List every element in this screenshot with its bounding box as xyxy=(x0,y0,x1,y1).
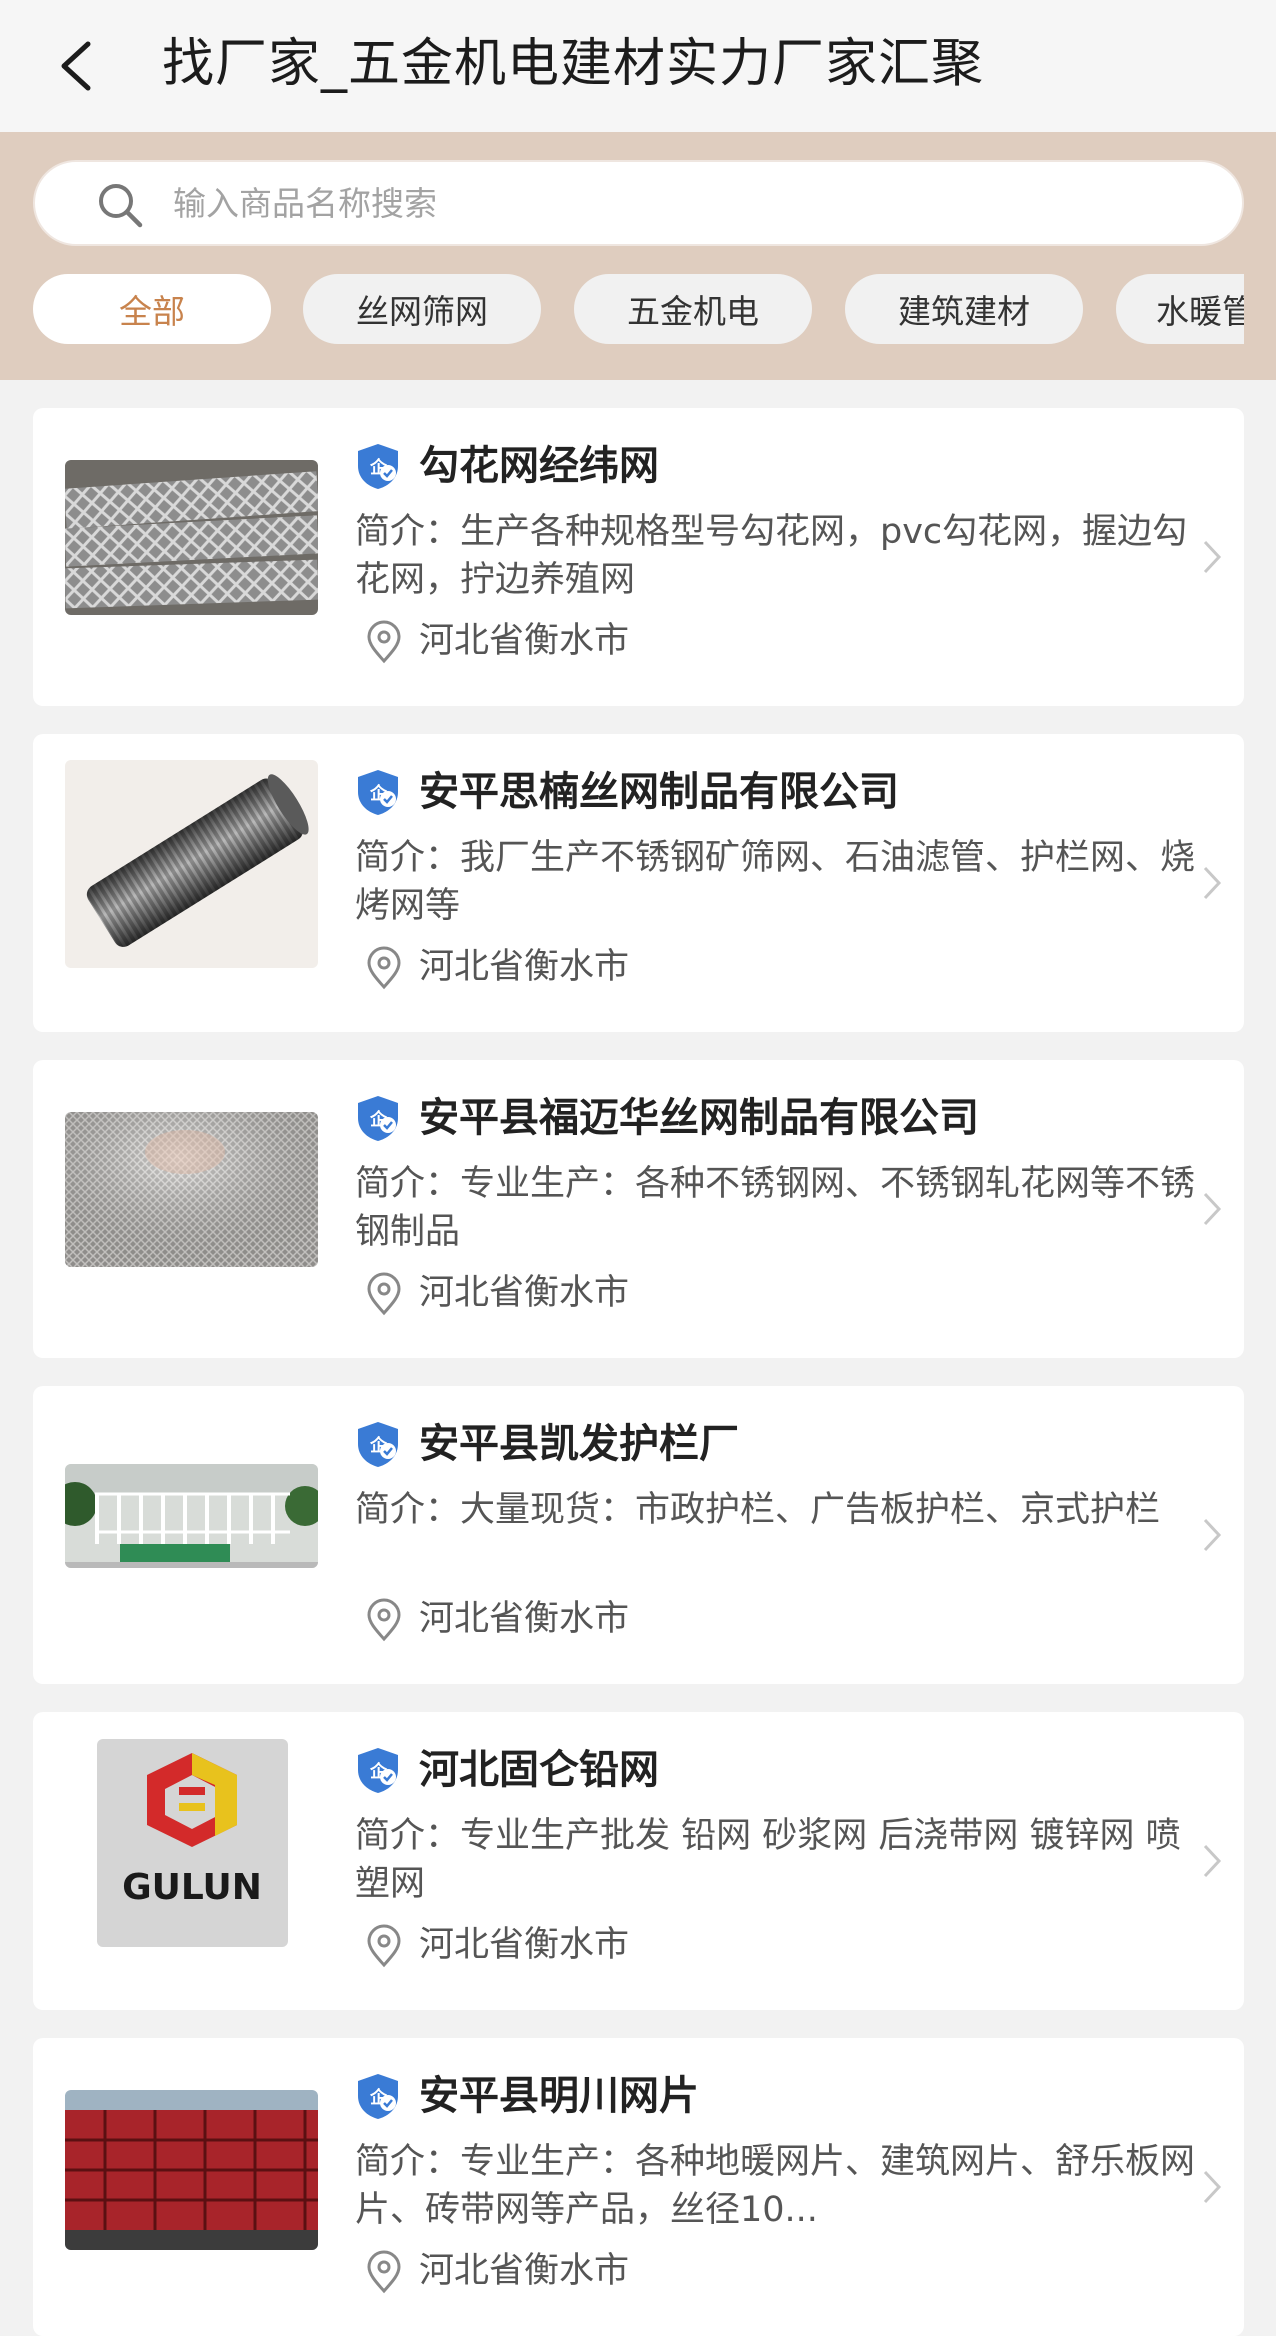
product-image xyxy=(65,460,318,615)
page-title: 找厂家_五金机电建材实力厂家汇聚 xyxy=(162,34,985,94)
product-image xyxy=(65,1112,318,1267)
chevron-right-icon xyxy=(1203,866,1222,900)
verified-shield-icon: 企 xyxy=(358,1096,398,1141)
product-image xyxy=(65,1464,318,1568)
filter-area: 全部 丝网筛网 五金机电 建筑建材 水暖管 xyxy=(0,132,1276,380)
category-tab-hardware[interactable]: 五金机电 xyxy=(574,274,812,344)
company-name: 安平县福迈华丝网制品有限公司 xyxy=(419,1095,979,1141)
company-intro: 简介：大量现货：市政护栏、广告板护栏、京式护栏 xyxy=(355,1490,1161,1530)
verified-shield-icon: 企 xyxy=(358,1748,398,1793)
company-intro: 简介：专业生产批发 铅网 砂浆网 后浇带网 镀锌网 喷塑网 xyxy=(355,1816,1181,1904)
company-intro: 简介：专业生产：各种不锈钢网、不锈钢轧花网等不锈钢制品 xyxy=(355,1164,1196,1252)
company-card[interactable]: 企 安平思楠丝网制品有限公司 简介：我厂生产不锈钢矿筛网、石油滤管、护栏网、烧烤… xyxy=(33,734,1244,1032)
chevron-right-icon xyxy=(1203,2170,1222,2204)
verified-shield-icon: 企 xyxy=(358,2074,398,2119)
company-location: 河北省衡水市 xyxy=(419,2251,630,2291)
company-card[interactable]: 企 勾花网经纬网 简介：生产各种规格型号勾花网，pvc勾花网，握边勾花网，拧边养… xyxy=(33,408,1244,706)
product-image xyxy=(65,760,318,968)
company-intro: 简介：专业生产：各种地暖网片、建筑网片、舒乐板网片、砖带网等产品，丝径10... xyxy=(355,2142,1196,2230)
chevron-right-icon xyxy=(1203,1192,1222,1226)
location-pin-icon xyxy=(367,946,401,990)
location-pin-icon xyxy=(367,1272,401,1316)
search-icon xyxy=(99,184,143,228)
company-logo-text: GULUN xyxy=(122,1867,262,1908)
company-intro: 简介：生产各种规格型号勾花网，pvc勾花网，握边勾花网，拧边养殖网 xyxy=(355,512,1188,600)
category-tab-all[interactable]: 全部 xyxy=(33,274,271,344)
verified-shield-icon: 企 xyxy=(358,770,398,815)
chevron-right-icon xyxy=(1203,540,1222,574)
chevron-right-icon xyxy=(1203,1844,1222,1878)
location-pin-icon xyxy=(367,1598,401,1642)
company-location: 河北省衡水市 xyxy=(419,1273,630,1313)
company-name: 河北固仑铅网 xyxy=(419,1747,659,1793)
verified-shield-icon: 企 xyxy=(358,1422,398,1467)
company-name: 安平县明川网片 xyxy=(419,2073,699,2119)
company-name: 安平思楠丝网制品有限公司 xyxy=(419,769,899,815)
location-pin-icon xyxy=(367,2250,401,2294)
company-location: 河北省衡水市 xyxy=(419,1599,630,1639)
search-box[interactable] xyxy=(33,160,1244,246)
company-location: 河北省衡水市 xyxy=(419,621,630,661)
verified-shield-icon: 企 xyxy=(358,444,398,489)
company-card[interactable]: GULUN 企 河北固仑铅网 简介：专业生产批发 铅网 砂浆网 后浇带网 镀锌网… xyxy=(33,1712,1244,2010)
location-pin-icon xyxy=(367,1924,401,1968)
company-card[interactable]: 企 安平县凯发护栏厂 简介：大量现货：市政护栏、广告板护栏、京式护栏 河北省衡水… xyxy=(33,1386,1244,1684)
search-input[interactable] xyxy=(173,162,1173,244)
chevron-right-icon xyxy=(1203,1518,1222,1552)
company-location: 河北省衡水市 xyxy=(419,947,630,987)
company-location: 河北省衡水市 xyxy=(419,1925,630,1965)
company-name: 安平县凯发护栏厂 xyxy=(419,1421,739,1467)
company-intro: 简介：我厂生产不锈钢矿筛网、石油滤管、护栏网、烧烤网等 xyxy=(355,838,1196,926)
category-tab-building-materials[interactable]: 建筑建材 xyxy=(845,274,1083,344)
company-card[interactable]: 企 安平县明川网片 简介：专业生产：各种地暖网片、建筑网片、舒乐板网片、砖带网等… xyxy=(33,2038,1244,2336)
top-bar: 找厂家_五金机电建材实力厂家汇聚 xyxy=(0,0,1276,132)
category-tab-plumbing[interactable]: 水暖管 xyxy=(1116,274,1244,344)
location-pin-icon xyxy=(367,620,401,664)
back-arrow-icon[interactable] xyxy=(52,36,112,96)
category-tabs: 全部 丝网筛网 五金机电 建筑建材 水暖管 xyxy=(0,274,1244,346)
company-name: 勾花网经纬网 xyxy=(419,443,659,489)
company-card[interactable]: 企 安平县福迈华丝网制品有限公司 简介：专业生产：各种不锈钢网、不锈钢轧花网等不… xyxy=(33,1060,1244,1358)
product-image xyxy=(65,2090,318,2250)
category-tab-wire-mesh[interactable]: 丝网筛网 xyxy=(303,274,541,344)
company-logo-image: GULUN xyxy=(97,1739,288,1947)
